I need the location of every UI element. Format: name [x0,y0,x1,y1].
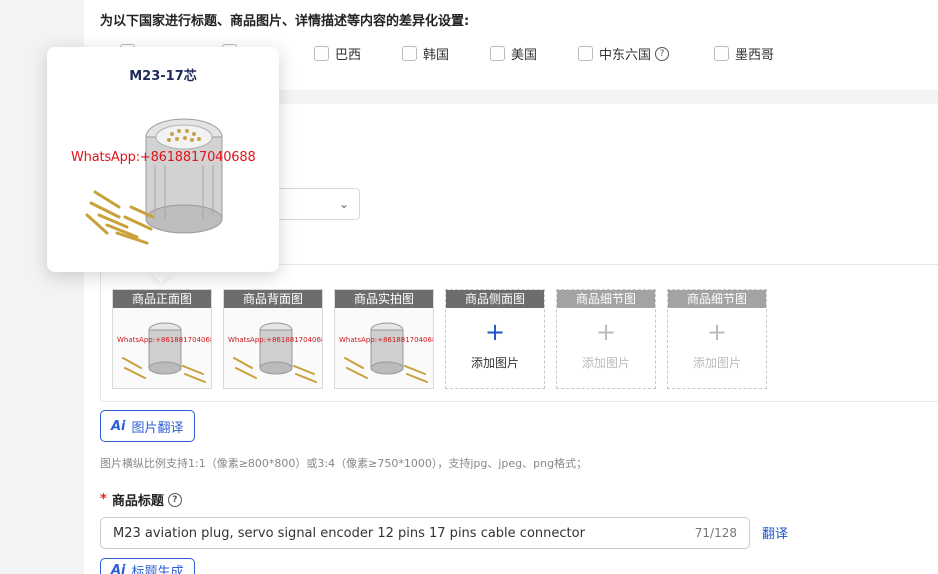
country-label: 巴西 [335,48,362,63]
image-slot-empty[interactable]: 商品细节图 + 添加图片 [556,289,656,389]
checkbox[interactable] [714,46,729,61]
country-checkbox-item[interactable]: 中东六国? [578,44,670,63]
ai-icon: Ai [111,562,126,574]
thumbnail-watermark: WhatsApp:+8618817040688 [339,336,434,344]
country-checkbox-item[interactable]: 巴西 [314,44,361,63]
image-format-hint: 图片横纵比例支持1:1（像素≥800*800）或3:4（像素≥750*1000）… [100,457,588,470]
required-asterisk: * [100,492,107,507]
image-slot-empty[interactable]: 商品侧面图 + 添加图片 [445,289,545,389]
image-slot-filled[interactable]: 商品背面图 WhatsApp:+8618817040688 [223,289,323,389]
connector-body [145,118,223,234]
checkbox[interactable] [490,46,505,61]
country-label: 墨西哥 [735,48,775,63]
checkbox[interactable] [402,46,417,61]
image-slot-filled[interactable]: 商品实拍图 WhatsApp:+8618817040688 [334,289,434,389]
thumbnail-watermark: WhatsApp:+8618817040688 [117,336,212,344]
product-thumbnail: WhatsApp:+8618817040688 [113,308,211,388]
country-label: 中东六国 [599,48,652,63]
title-generate-button[interactable]: Ai 标题生成 [100,558,195,574]
thumbnail-photo [233,322,317,383]
product-title-label: * 商品标题 ? [100,490,182,509]
image-slot-label: 商品细节图 [557,290,655,308]
country-label: 美国 [511,48,538,63]
product-title-value: M23 aviation plug, servo signal encoder … [113,525,585,541]
gold-pins [85,190,155,245]
image-slot-filled[interactable]: 商品正面图 WhatsApp:+8618817040688 [112,289,212,389]
product-thumbnail: WhatsApp:+8618817040688 [224,308,322,388]
image-slot-label: 商品实拍图 [335,290,433,308]
image-translate-label: 图片翻译 [131,420,184,436]
image-slot-label: 商品侧面图 [446,290,544,308]
translate-link[interactable]: 翻译 [762,523,788,542]
chevron-down-icon: ⌄ [338,197,349,211]
help-icon[interactable]: ? [167,492,182,507]
checkbox[interactable] [578,46,593,61]
image-slot-empty[interactable]: 商品细节图 + 添加图片 [667,289,767,389]
plus-icon: + [706,318,728,346]
add-image-label: 添加图片 [692,356,741,370]
image-slot-label: 商品细节图 [668,290,766,308]
country-checkbox-item[interactable]: 韩国 [402,44,449,63]
product-title-input[interactable]: M23 aviation plug, servo signal encoder … [100,517,750,549]
image-preview-popover: M23-17芯 WhatsApp:+8618817040688 [47,47,279,272]
checkbox[interactable] [314,46,329,61]
country-label: 韩国 [423,48,450,63]
image-slot-label: 商品正面图 [113,290,211,308]
thumbnail-photo [344,322,428,383]
country-checkbox-item[interactable]: 墨西哥 [714,44,774,63]
thumbnail-watermark: WhatsApp:+8618817040688 [228,336,323,344]
add-image-label: 添加图片 [581,356,630,370]
help-icon[interactable]: ? [655,46,670,61]
image-translate-button[interactable]: Ai 图片翻译 [100,410,195,442]
ai-icon: Ai [111,418,126,434]
thumbnail-photo [122,322,206,383]
add-image-area[interactable]: + 添加图片 [446,308,544,371]
product-title-label-text: 商品标题 [111,494,164,509]
plus-icon: + [595,318,617,346]
add-image-area[interactable]: + 添加图片 [557,308,655,371]
country-section-title: 为以下国家进行标题、商品图片、详情描述等内容的差异化设置: [100,14,470,29]
country-checkbox-item[interactable]: 美国 [490,44,537,63]
image-slot-label: 商品背面图 [224,290,322,308]
char-counter: 71/128 [694,526,737,540]
title-generate-label: 标题生成 [131,564,184,574]
add-image-label: 添加图片 [470,356,519,370]
plus-icon: + [484,318,506,346]
popover-watermark: WhatsApp:+8618817040688 [71,150,256,165]
add-image-area[interactable]: + 添加图片 [668,308,766,371]
product-thumbnail: WhatsApp:+8618817040688 [335,308,433,388]
